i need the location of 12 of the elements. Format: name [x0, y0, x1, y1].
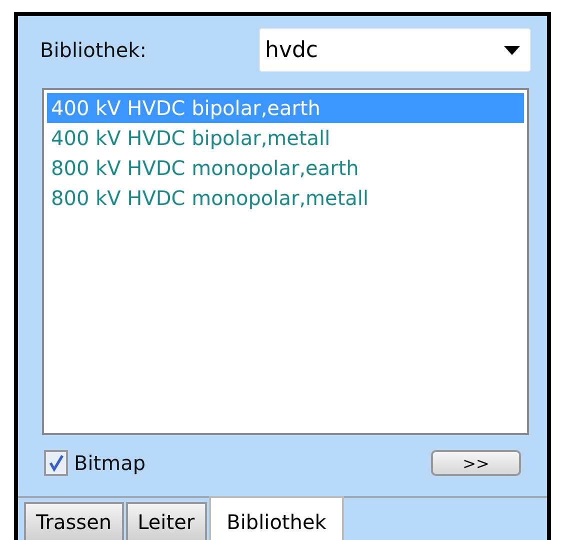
bitmap-label: Bitmap: [74, 451, 146, 475]
tab[interactable]: Trassen: [24, 502, 124, 540]
more-button[interactable]: >>: [431, 450, 521, 476]
tab[interactable]: Bibliothek: [208, 496, 344, 540]
library-dropdown[interactable]: hvdc: [259, 28, 531, 72]
tab[interactable]: Leiter: [126, 502, 207, 540]
library-label: Bibliothek:: [40, 38, 148, 62]
list-item[interactable]: 800 kV HVDC monopolar,earth: [47, 153, 524, 183]
list-item[interactable]: 400 kV HVDC bipolar,metall: [47, 123, 524, 153]
bitmap-checkbox[interactable]: [44, 450, 68, 476]
list-item[interactable]: 800 kV HVDC monopolar,metall: [47, 183, 524, 213]
caret-icon: [504, 46, 520, 54]
